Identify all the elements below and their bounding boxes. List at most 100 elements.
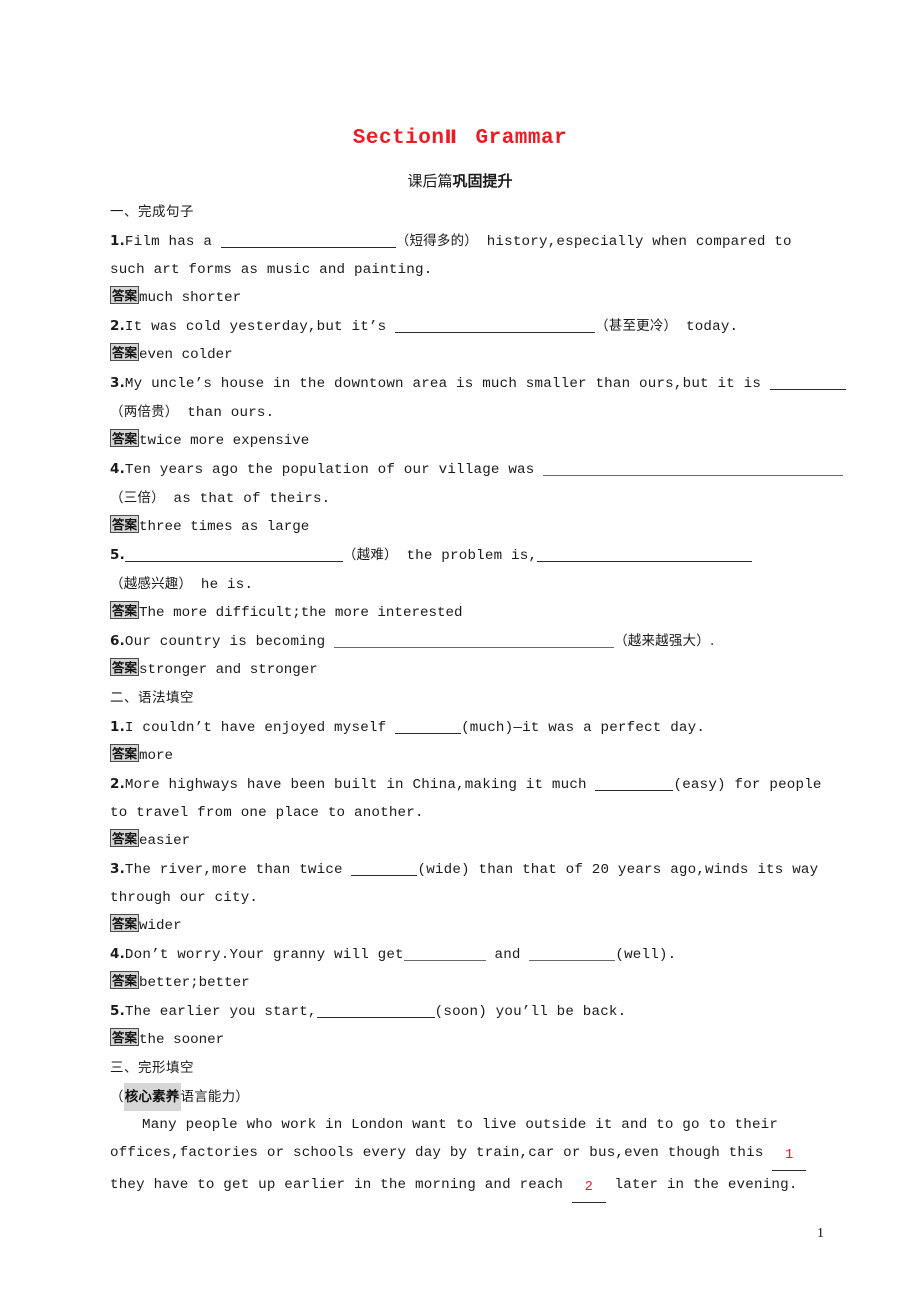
question-text: I couldn’t have enjoyed myself — [124, 720, 396, 736]
answer-tag: 答案 — [110, 286, 140, 304]
question-hint: （越来越强大）. — [614, 633, 715, 649]
question-text-cont: you’ll be back. — [486, 1004, 627, 1020]
page-title-prefix: Section — [352, 127, 445, 150]
answer-blank-2[interactable] — [529, 946, 616, 961]
answer-blank[interactable] — [316, 1003, 435, 1018]
answer-text: three times as large — [139, 519, 310, 535]
answer-tag: 答案 — [110, 343, 140, 361]
competency-badge: 核心素养 — [123, 1083, 181, 1111]
page-title-suffix: Grammar — [475, 127, 568, 150]
question-text-cont: the problem is, — [397, 548, 538, 564]
question-hint: （短得多的） — [395, 233, 478, 249]
question-cue: (much) — [461, 720, 514, 736]
paren-close: ） — [235, 1089, 250, 1105]
answer-text: much shorter — [139, 290, 242, 306]
question-text-cont: than ours. — [178, 405, 275, 421]
page-subtitle: 课后篇巩固提升 — [0, 170, 920, 191]
competency-line: （核心素养语言能力） — [110, 1083, 816, 1111]
answer-blank[interactable] — [334, 633, 615, 648]
question-text-cont2: he is. — [192, 577, 254, 593]
question-hint-2: （越感兴趣） — [110, 576, 193, 592]
question-text: The earlier you start, — [124, 1004, 317, 1020]
question-cue: (soon) — [434, 1004, 487, 1020]
answer-blank[interactable] — [220, 233, 396, 248]
question-2-3-line2: through our city. — [110, 890, 259, 906]
answer-blank[interactable] — [543, 461, 844, 476]
passage-line-3: they have to get up earlier in the morni… — [110, 1171, 816, 1203]
answer-2-3: 答案 wider — [110, 912, 816, 940]
answer-blank[interactable] — [769, 375, 846, 390]
question-1-4-line2: （三倍） as that of theirs. — [110, 484, 816, 513]
answer-tag: 答案 — [110, 601, 140, 619]
answer-blank[interactable] — [595, 776, 674, 791]
question-1-4: 4.Ten years ago the population of our vi… — [110, 455, 844, 484]
answer-text: easier — [139, 833, 191, 849]
question-text: Don’t worry.Your granny will get — [124, 947, 404, 963]
question-text: Ten years ago the population of our vill… — [124, 462, 544, 478]
question-number: 5. — [110, 1003, 125, 1019]
question-number: 1. — [110, 233, 125, 249]
question-text-cont: than that of 20 years ago,winds its way — [469, 862, 819, 878]
answer-1-1: 答案 much shorter — [110, 284, 816, 312]
answer-2-5: 答案 the sooner — [110, 1026, 816, 1054]
document-page: SectionⅡ Grammar 课后篇巩固提升 一、完成句子 1.Film ha… — [0, 0, 920, 1302]
answer-tag: 答案 — [110, 1028, 140, 1046]
answer-1-4: 答案 three times as large — [110, 513, 816, 541]
question-1-1: 1.Film has a （短得多的） history,especially w… — [110, 227, 816, 256]
question-text: It was cold yesterday,but it’s — [124, 319, 396, 335]
competency-label: 语言能力 — [180, 1089, 236, 1105]
question-1-5: 5. （越难） the problem is, — [110, 541, 816, 570]
page-title: SectionⅡ Grammar — [0, 126, 920, 150]
answer-blank[interactable] — [403, 946, 486, 961]
question-1-2: 2.It was cold yesterday,but it’s （甚至更冷） … — [110, 312, 816, 341]
question-number: 5. — [110, 547, 125, 563]
section-heading-2: 二、语法填空 — [110, 690, 194, 706]
answer-text: The more difficult;the more interested — [139, 605, 463, 621]
question-number: 6. — [110, 633, 125, 649]
section-heading-1: 一、完成句子 — [110, 204, 194, 220]
page-subtitle-light: 课后篇 — [407, 172, 453, 190]
question-hint: （越难） — [342, 547, 398, 563]
question-hint: （三倍） — [110, 490, 165, 506]
answer-text: stronger and stronger — [139, 662, 318, 678]
question-number: 4. — [110, 461, 125, 477]
question-2-5: 5.The earlier you start, (soon) you’ll be… — [110, 997, 816, 1026]
answer-1-5: 答案 The more difficult;the more interested — [110, 599, 816, 627]
answer-tag: 答案 — [110, 658, 140, 676]
question-text: Film has a — [124, 234, 221, 250]
paren-open: （ — [110, 1089, 124, 1105]
answer-blank[interactable] — [351, 861, 418, 876]
page-title-numeral: Ⅱ — [444, 126, 458, 148]
answer-tag: 答案 — [110, 429, 140, 447]
question-text-cont: as that of theirs. — [164, 491, 331, 507]
answer-blank[interactable] — [124, 547, 343, 562]
answer-1-6: 答案 stronger and stronger — [110, 656, 816, 684]
question-text: My uncle’s house in the downtown area is… — [124, 376, 770, 392]
answer-text: even colder — [139, 347, 233, 363]
question-number: 2. — [110, 318, 125, 334]
answer-blank-2[interactable] — [537, 547, 753, 562]
question-cue: (wide) — [417, 862, 470, 878]
cloze-blank-1[interactable]: 1 — [772, 1142, 807, 1171]
question-text-cont: for people — [725, 777, 822, 793]
passage-text: they have to get up earlier in the morni… — [110, 1177, 572, 1193]
answer-2-2: 答案 easier — [110, 827, 816, 855]
answer-tag: 答案 — [110, 971, 140, 989]
question-text-cont: —it was a perfect day. — [513, 720, 706, 736]
passage-text-cont: later in the evening. — [605, 1177, 798, 1193]
answer-blank[interactable] — [395, 719, 462, 734]
answer-blank[interactable] — [395, 318, 596, 333]
question-2-1: 1.I couldn’t have enjoyed myself (much)—… — [110, 713, 816, 742]
answer-1-3: 答案 twice more expensive — [110, 427, 816, 455]
question-2-3: 3.The river,more than twice (wide) than … — [110, 855, 819, 884]
question-hint: （两倍贵） — [110, 404, 179, 420]
page-subtitle-heavy: 巩固提升 — [452, 172, 513, 190]
answer-tag: 答案 — [110, 744, 140, 762]
answer-2-4: 答案 better;better — [110, 969, 816, 997]
question-text: The river,more than twice — [124, 862, 352, 878]
answer-tag: 答案 — [110, 829, 140, 847]
question-text: More highways have been built in China,m… — [124, 777, 596, 793]
cloze-blank-2[interactable]: 2 — [571, 1174, 606, 1203]
question-2-2: 2.More highways have been built in China… — [110, 770, 821, 799]
question-number: 2. — [110, 776, 125, 792]
